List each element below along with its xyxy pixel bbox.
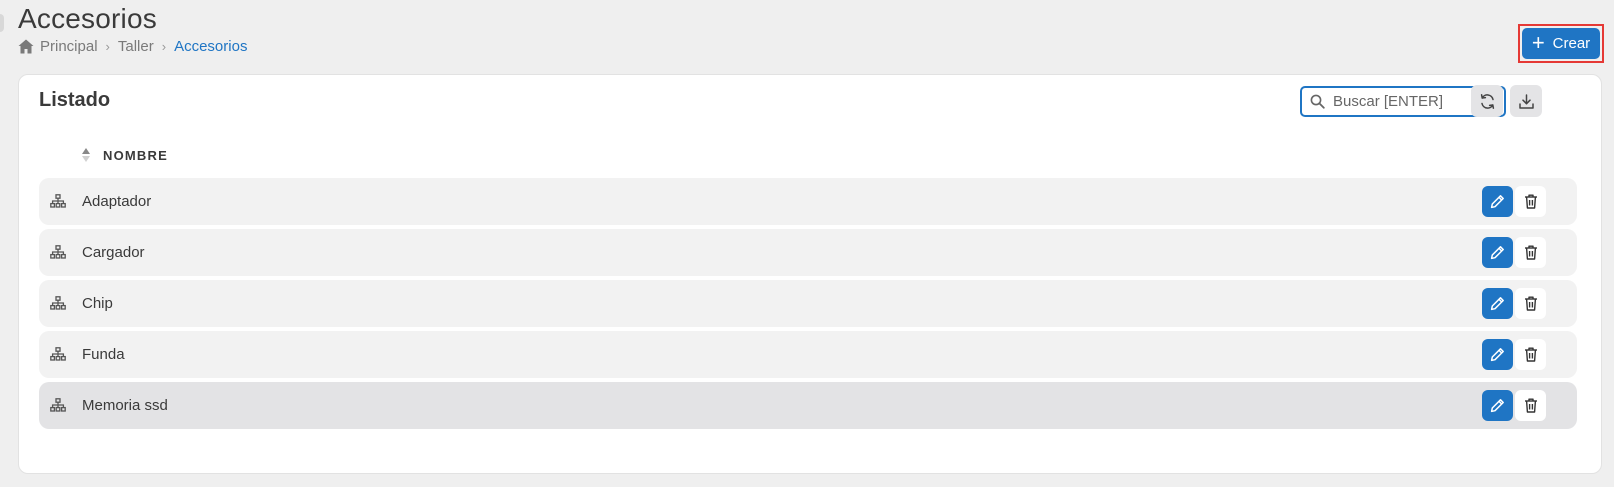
refresh-button[interactable] [1471, 85, 1503, 117]
edit-button[interactable] [1482, 390, 1513, 421]
pencil-icon [1490, 347, 1505, 362]
table-row[interactable]: Funda [39, 331, 1577, 378]
table-row[interactable]: Cargador [39, 229, 1577, 276]
pencil-icon [1490, 245, 1505, 260]
sitemap-icon [50, 194, 66, 208]
row-name: Funda [82, 346, 125, 363]
edit-button[interactable] [1482, 186, 1513, 217]
home-icon[interactable] [18, 39, 34, 54]
card-title: Listado [39, 89, 111, 111]
table-body: Adaptador Cargador Chip Funda Memoria ss… [39, 178, 1577, 433]
sitemap-icon [50, 245, 66, 259]
trash-icon [1524, 296, 1538, 311]
plus-icon: + [1531, 29, 1545, 55]
sort-icon [81, 147, 91, 163]
create-button-label: Crear [1552, 35, 1591, 52]
table-row[interactable]: Chip [39, 280, 1577, 327]
page-title: Accesorios [18, 3, 157, 34]
breadcrumb-item-accesorios[interactable]: Accesorios [174, 38, 247, 55]
column-header-label: NOMBRE [103, 147, 168, 163]
trash-icon [1524, 347, 1538, 362]
search-input[interactable] [1333, 93, 1493, 110]
sidebar-edge[interactable] [0, 14, 4, 32]
edit-button[interactable] [1482, 339, 1513, 370]
pencil-icon [1490, 296, 1505, 311]
pencil-icon [1490, 398, 1505, 413]
breadcrumb: Principal › Taller › Accesorios [18, 38, 247, 55]
pencil-icon [1490, 194, 1505, 209]
row-name: Memoria ssd [82, 397, 168, 414]
breadcrumb-item-taller[interactable]: Taller [118, 38, 154, 55]
delete-button[interactable] [1515, 237, 1546, 268]
breadcrumb-item-principal[interactable]: Principal [40, 38, 98, 55]
row-name: Cargador [82, 244, 145, 261]
table-row[interactable]: Adaptador [39, 178, 1577, 225]
list-card: Listado NOMBRE [18, 74, 1602, 474]
delete-button[interactable] [1515, 288, 1546, 319]
delete-button[interactable] [1515, 339, 1546, 370]
trash-icon [1524, 194, 1538, 209]
trash-icon [1524, 245, 1538, 260]
sitemap-icon [50, 398, 66, 412]
table-row[interactable]: Memoria ssd [39, 382, 1577, 429]
create-button-highlight: + Crear [1518, 24, 1604, 63]
trash-icon [1524, 398, 1538, 413]
row-name: Adaptador [82, 193, 152, 210]
row-name: Chip [82, 295, 113, 312]
breadcrumb-separator: › [105, 39, 110, 54]
edit-button[interactable] [1482, 237, 1513, 268]
download-icon [1518, 93, 1535, 110]
sitemap-icon [50, 347, 66, 361]
column-header-nombre[interactable]: NOMBRE [81, 147, 168, 163]
edit-button[interactable] [1482, 288, 1513, 319]
sitemap-icon [50, 296, 66, 310]
download-button[interactable] [1510, 85, 1542, 117]
delete-button[interactable] [1515, 390, 1546, 421]
delete-button[interactable] [1515, 186, 1546, 217]
create-button[interactable]: + Crear [1522, 28, 1600, 59]
breadcrumb-separator: › [161, 39, 167, 54]
search-icon [1310, 94, 1325, 109]
refresh-icon [1479, 93, 1496, 110]
